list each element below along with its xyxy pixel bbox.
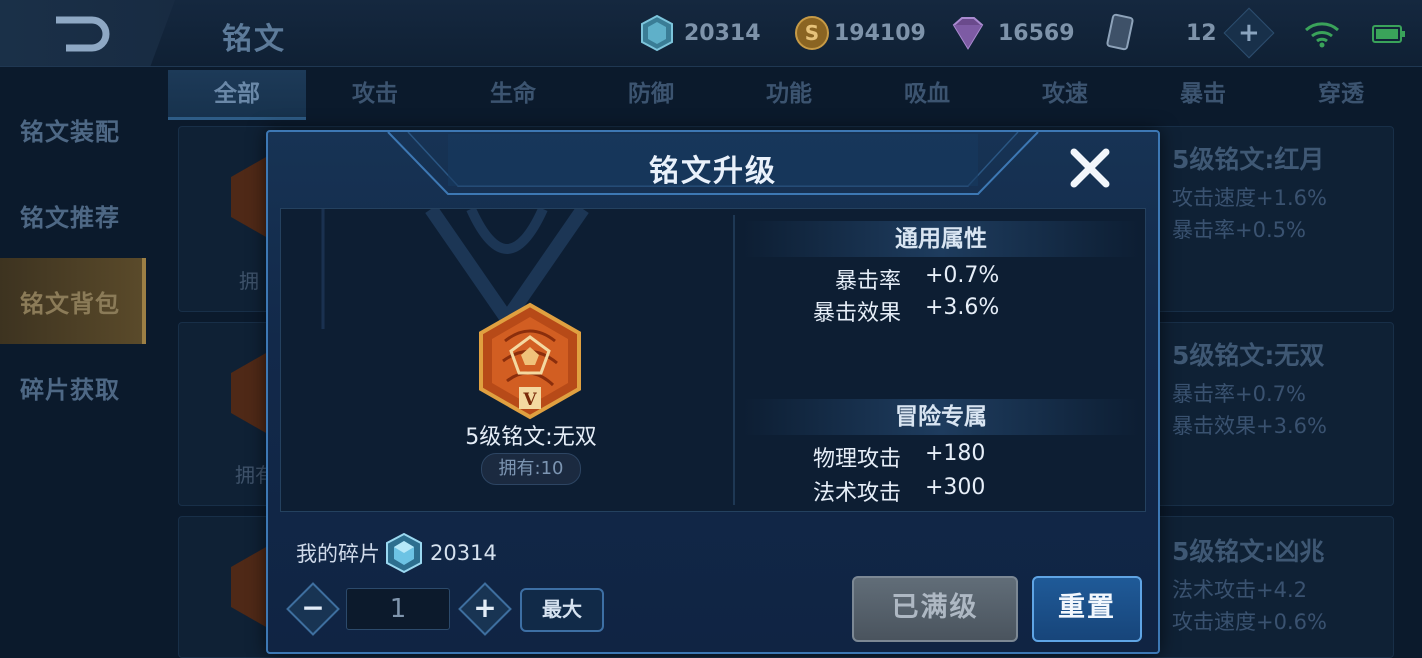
rune-attr: 攻击速度+1.6%: [1172, 186, 1327, 210]
attr-key: 法术攻击: [812, 481, 901, 506]
sidebar-item-equip[interactable]: 铭文装配: [0, 86, 146, 172]
sidebar-item-label: 铭文装配: [20, 117, 120, 146]
rune-detail-panel: V 5级铭文:无双 拥有:10 通用属性 暴击率 +0.7% 暴击效果 +3.6…: [280, 208, 1146, 512]
rune-name: 5级铭文:无双: [465, 425, 597, 450]
rune-attr: 暴击率+0.7%: [1172, 382, 1306, 406]
rune-attr: 暴击效果+3.6%: [1172, 414, 1327, 438]
attr-row-crit-rate: 暴击率 +0.7%: [743, 263, 1139, 294]
fragments-count: 20314: [430, 541, 497, 565]
close-icon: [1070, 148, 1110, 188]
close-button[interactable]: [1068, 146, 1112, 190]
back-arrow-icon: [56, 16, 110, 52]
rune-info-red-moon: 5级铭文:红月 攻击速度+1.6% 暴击率+0.5%: [1172, 140, 1327, 244]
rune-hexagon-icon: V: [479, 302, 581, 420]
rune-upgrade-dialog: 铭文升级 V 5级铭文:无双 拥有:10 通用属性 暴击率 +0.7% 暴击效果…: [266, 130, 1160, 654]
svg-text:S: S: [805, 21, 819, 45]
minus-icon: −: [301, 591, 325, 624]
rune-preview: V 5级铭文:无双 拥有:10: [281, 209, 733, 511]
gold-coin-icon: S: [795, 16, 829, 50]
general-attrs-title: 通用属性: [743, 221, 1139, 257]
sidebar-item-bag[interactable]: 铭文背包: [0, 258, 146, 344]
attr-value: +300: [925, 475, 986, 500]
rune-attr: 法术攻击+4.2: [1172, 578, 1307, 602]
adventure-attrs-title: 冒险专属: [743, 399, 1139, 435]
battery-icon: [1372, 25, 1405, 43]
gold-count: 194109: [834, 20, 926, 46]
tab-all[interactable]: 全部: [168, 70, 306, 120]
increase-button[interactable]: +: [458, 582, 512, 636]
back-button[interactable]: [0, 0, 175, 66]
attr-row-crit-damage: 暴击效果 +3.6%: [743, 295, 1139, 326]
my-fragments: 我的碎片 20314: [296, 532, 497, 574]
gem-resource: 16569: [948, 14, 1075, 52]
tab-attack-speed[interactable]: 攻速: [996, 70, 1134, 120]
add-card-button[interactable]: +: [1223, 7, 1275, 59]
tab-crit[interactable]: 暴击: [1134, 70, 1272, 120]
rune-attr: 暴击率+0.5%: [1172, 218, 1306, 242]
attr-value: +0.7%: [925, 263, 1000, 288]
tab-health[interactable]: 生命: [444, 70, 582, 120]
sidebar-item-label: 铭文推荐: [20, 203, 120, 232]
max-button[interactable]: 最大: [520, 588, 604, 632]
card-resource: 12 +: [1104, 7, 1275, 59]
sidebar-item-fragments[interactable]: 碎片获取: [0, 344, 146, 430]
rune-attr: 攻击速度+0.6%: [1172, 610, 1327, 634]
card-count: 12: [1186, 20, 1217, 46]
rune-name: 5级铭文:凶兆: [1172, 537, 1325, 566]
fragments-label: 我的碎片: [296, 542, 380, 566]
sidebar-item-label: 碎片获取: [20, 375, 120, 404]
crystal-resource: 20314: [640, 14, 761, 52]
attr-row-magic-attack: 法术攻击 +300: [743, 475, 1139, 506]
plus-icon: +: [473, 591, 497, 624]
sidebar-item-label: 铭文背包: [20, 289, 120, 318]
plus-icon: +: [1237, 17, 1260, 48]
attr-value: +3.6%: [925, 295, 1000, 320]
rune-own-label: 拥: [239, 269, 259, 293]
tab-utility[interactable]: 功能: [720, 70, 858, 120]
maxed-level-button[interactable]: 已满级: [852, 576, 1018, 642]
attr-value: +180: [925, 441, 986, 466]
rune-name: 5级铭文:红月: [1172, 145, 1325, 174]
tab-attack[interactable]: 攻击: [306, 70, 444, 120]
attr-key: 暴击率: [834, 269, 901, 294]
rune-level-mark: V: [522, 390, 537, 410]
page-title: 铭文: [222, 22, 286, 57]
purple-gem-icon: [952, 17, 984, 50]
wifi-icon: [1305, 22, 1339, 48]
attr-row-physical-attack: 物理攻击 +180: [743, 441, 1139, 472]
attr-key: 物理攻击: [812, 447, 901, 472]
top-bar: 铭文 20314 S 194109 16569 12 +: [0, 0, 1422, 67]
sidebar: 铭文装配 铭文推荐 铭文背包 碎片获取: [0, 86, 146, 430]
attr-key: 暴击效果: [812, 301, 901, 326]
crystal-shard-icon: [641, 14, 673, 52]
dialog-header: 铭文升级: [268, 132, 1158, 204]
panel-divider: [733, 215, 735, 505]
decrease-button[interactable]: −: [286, 582, 340, 636]
sidebar-item-recommend[interactable]: 铭文推荐: [0, 172, 146, 258]
quantity-input[interactable]: 1: [346, 588, 450, 630]
tab-defense[interactable]: 防御: [582, 70, 720, 120]
tab-lifesteal[interactable]: 吸血: [858, 70, 996, 120]
rune-owned-badge: 拥有:10: [481, 453, 581, 485]
rune-name: 5级铭文:无双: [1172, 341, 1325, 370]
crystal-count: 20314: [684, 20, 761, 46]
dialog-title: 铭文升级: [649, 154, 777, 189]
crystal-shard-icon: [386, 532, 422, 574]
rune-info-wushuang: 5级铭文:无双 暴击率+0.7% 暴击效果+3.6%: [1172, 336, 1327, 440]
rune-info-xiongzhao: 5级铭文:凶兆 法术攻击+4.2 攻击速度+0.6%: [1172, 532, 1327, 636]
category-tabs: 全部 攻击 生命 防御 功能 吸血 攻速 暴击 穿透: [168, 70, 1422, 120]
tab-penetration[interactable]: 穿透: [1272, 70, 1410, 120]
card-icon: [1106, 13, 1134, 51]
gold-resource: S 194109: [794, 14, 926, 52]
reset-button[interactable]: 重置: [1032, 576, 1142, 642]
gem-count: 16569: [998, 20, 1075, 46]
